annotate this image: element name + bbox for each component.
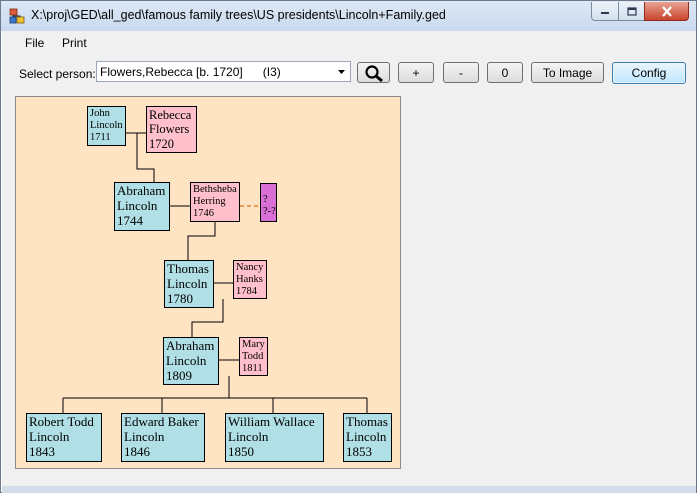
minimize-icon: [601, 12, 609, 14]
maximize-icon: [626, 6, 637, 16]
person-mary-todd[interactable]: Mary Todd 1811: [239, 337, 268, 376]
chevron-down-icon[interactable]: [335, 65, 348, 78]
person-first-name: Bethsheba: [193, 184, 237, 195]
person-first-name: Abraham: [166, 338, 215, 353]
person-john-lincoln[interactable]: John Lincoln 1711: [87, 106, 126, 146]
person-year: 1746: [193, 208, 214, 220]
search-icon: [364, 64, 383, 82]
person-year: 1811: [242, 363, 263, 375]
person-last-name: Lincoln: [124, 428, 165, 444]
person-year: 1850: [228, 443, 254, 459]
person-year: 1744: [117, 212, 143, 228]
person-select[interactable]: Flowers,Rebecca [b. 1720] (I3): [96, 61, 351, 82]
person-edward-baker-lincoln[interactable]: Edward Baker Lincoln 1846: [121, 413, 205, 462]
person-abraham-lincoln-1744[interactable]: Abraham Lincoln 1744: [114, 182, 170, 231]
window-title: X:\proj\GED\all_ged\famous family trees\…: [31, 8, 446, 22]
person-first-name: Rebecca: [149, 108, 192, 122]
maximize-button[interactable]: [618, 2, 645, 21]
zoom-out-button[interactable]: -: [443, 62, 479, 83]
person-last-name: Lincoln: [166, 352, 207, 368]
person-first-name: Thomas: [346, 414, 388, 429]
person-year: 1780: [167, 290, 193, 306]
person-thomas-lincoln-1853[interactable]: Thomas Lincoln 1853: [343, 413, 392, 462]
to-image-button[interactable]: To Image: [531, 62, 604, 83]
person-last-name: Lincoln: [29, 428, 70, 444]
person-first-name: Nancy: [236, 262, 264, 273]
person-first-name: Edward Baker: [124, 414, 199, 429]
person-last-name: Lincoln: [167, 275, 208, 291]
person-bethsheba-herring[interactable]: Bethsheba Herring 1746: [190, 182, 240, 222]
person-year: 1809: [166, 367, 192, 383]
person-year: 1720: [149, 136, 174, 151]
zoom-in-button[interactable]: +: [398, 62, 434, 83]
person-rebecca-flowers[interactable]: Rebecca Flowers 1720: [146, 106, 197, 153]
person-first-name: Mary: [242, 339, 265, 350]
person-last-name: Flowers: [149, 122, 190, 137]
minimize-button[interactable]: [591, 2, 619, 21]
person-nancy-hanks[interactable]: Nancy Hanks 1784: [233, 260, 267, 299]
person-year: 1846: [124, 443, 150, 459]
person-first-name: Thomas: [167, 261, 209, 276]
person-william-wallace-lincoln[interactable]: William Wallace Lincoln 1850: [225, 413, 324, 462]
person-first-name: Abraham: [117, 183, 166, 198]
menu-file[interactable]: File: [25, 36, 44, 50]
window-bottom-edge: [2, 486, 696, 493]
menu-bar: File Print: [2, 31, 696, 55]
person-first-name: Robert Todd: [29, 414, 94, 429]
person-first-name: William Wallace: [228, 414, 315, 429]
config-button[interactable]: Config: [612, 62, 686, 84]
person-year: 1853: [346, 443, 372, 459]
person-abraham-lincoln-1809[interactable]: Abraham Lincoln 1809: [163, 337, 219, 385]
select-person-label: Select person:: [19, 67, 96, 81]
person-last-name: Lincoln: [90, 120, 123, 132]
person-first-name: ?: [263, 194, 268, 205]
person-year: 1843: [29, 443, 55, 459]
person-thomas-lincoln-1780[interactable]: Thomas Lincoln 1780: [164, 260, 214, 308]
person-year: 1711: [90, 132, 111, 144]
person-year: 1784: [236, 286, 257, 298]
app-icon: [9, 8, 25, 24]
person-last-name: Lincoln: [228, 428, 269, 444]
person-last-name: Herring: [193, 196, 226, 208]
person-last-name: Lincoln: [117, 197, 158, 213]
person-unknown[interactable]: ? ?-?: [260, 183, 277, 222]
person-last-name: ?-?: [263, 206, 276, 218]
close-button[interactable]: [644, 2, 689, 21]
menu-print[interactable]: Print: [62, 36, 87, 50]
toolbar: Select person: Flowers,Rebecca [b. 1720]…: [2, 55, 696, 91]
person-first-name: John: [90, 108, 110, 119]
zoom-reset-button[interactable]: 0: [487, 62, 523, 83]
person-last-name: Todd: [242, 351, 264, 363]
close-icon: [661, 5, 672, 17]
person-robert-todd-lincoln[interactable]: Robert Todd Lincoln 1843: [26, 413, 102, 462]
person-last-name: Hanks: [236, 274, 263, 286]
person-last-name: Lincoln: [346, 428, 387, 444]
selected-person-value: Flowers,Rebecca [b. 1720] (I3): [100, 65, 281, 79]
title-bar[interactable]: X:\proj\GED\all_ged\famous family trees\…: [1, 1, 696, 31]
search-button[interactable]: [357, 62, 390, 83]
